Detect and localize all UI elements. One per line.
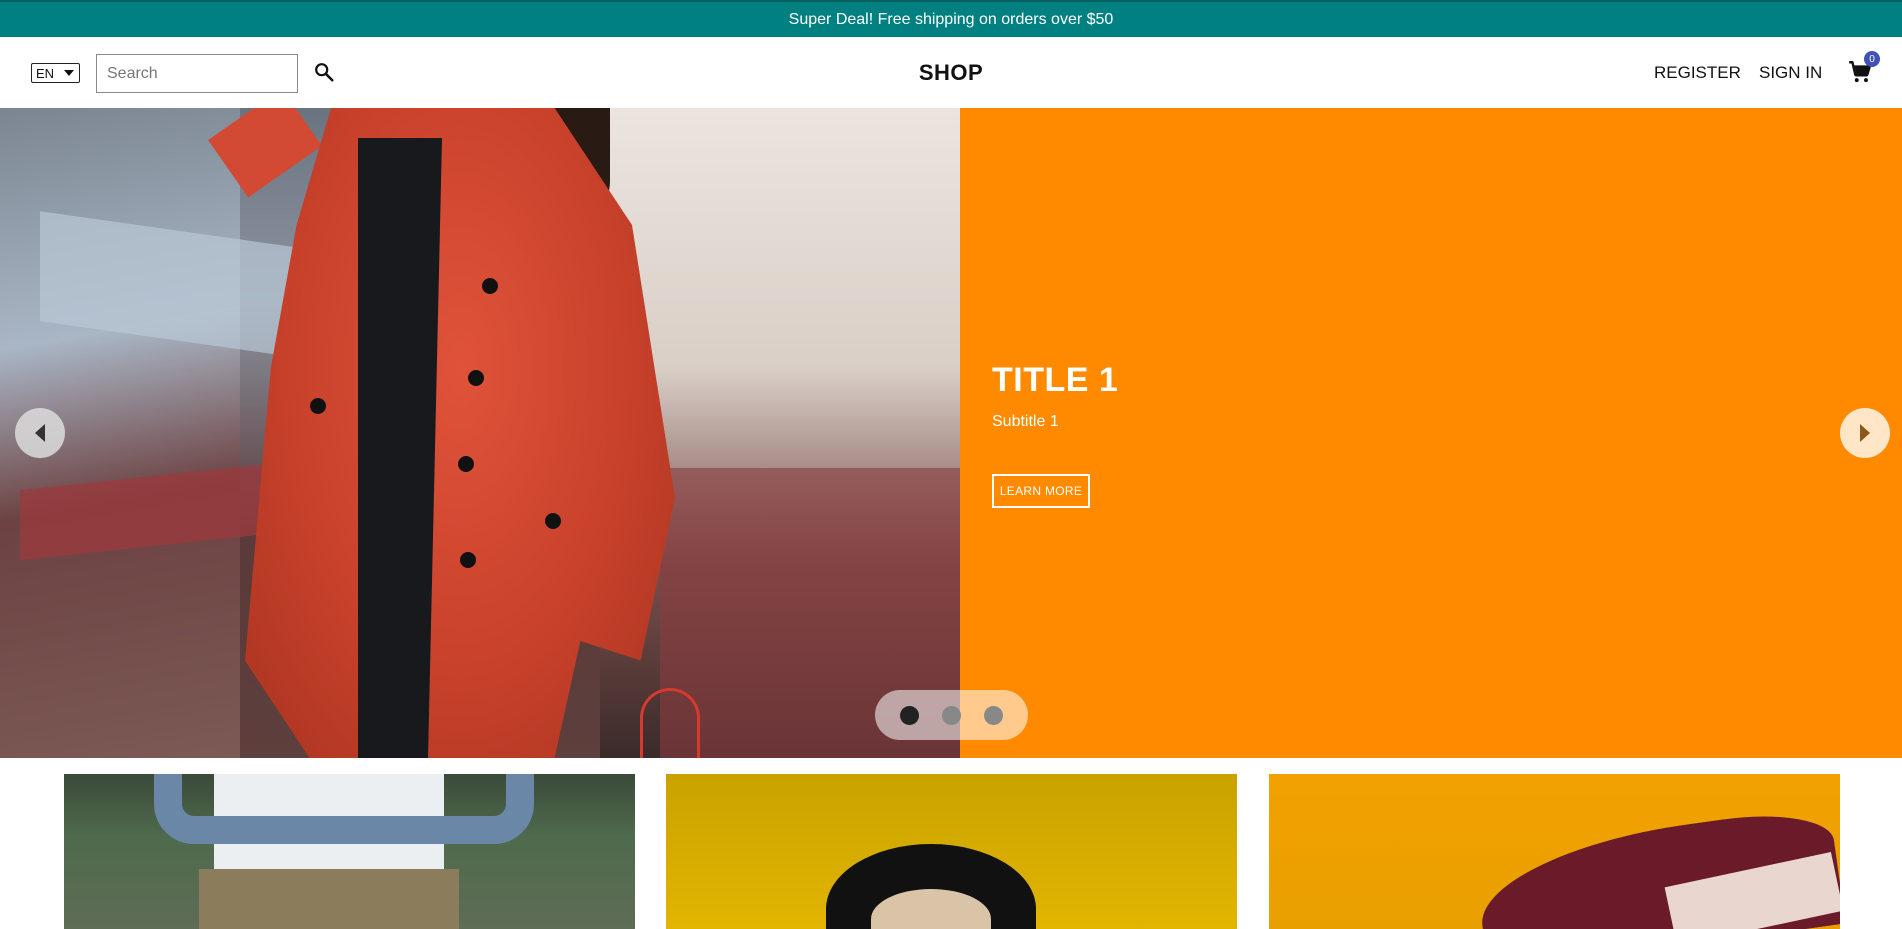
coat-button: [468, 370, 484, 386]
hero-title: TITLE 1: [992, 361, 1119, 399]
slider-dot-1[interactable]: [900, 705, 920, 725]
learn-more-button[interactable]: LEARN MORE: [992, 474, 1090, 508]
slider-pagination: [875, 690, 1028, 740]
slider-next-button[interactable]: [1840, 408, 1890, 458]
coat-button: [310, 398, 326, 414]
slider-dot-3[interactable]: [983, 705, 1003, 725]
category-card-3[interactable]: [1269, 774, 1840, 929]
language-select[interactable]: EN: [31, 63, 80, 83]
hero-image: [0, 108, 960, 758]
navbar: EN SHOP REGISTER SIGN IN 0: [0, 37, 1902, 108]
hero-slider: TITLE 1 Subtitle 1 LEARN MORE: [0, 108, 1902, 758]
arrow-left-icon: [35, 424, 45, 442]
slider-prev-button[interactable]: [15, 408, 65, 458]
arrow-right-icon: [1860, 424, 1870, 442]
coat-button: [545, 513, 561, 529]
logo[interactable]: SHOP: [919, 60, 983, 85]
coat-button: [460, 552, 476, 568]
hero-subtitle: Subtitle 1: [992, 413, 1059, 430]
card-image-pants: [199, 869, 459, 929]
chevron-down-icon: [64, 70, 75, 76]
coat-button: [482, 278, 498, 294]
search-icon[interactable]: [313, 61, 335, 83]
category-card-1[interactable]: [64, 774, 635, 929]
search-input[interactable]: [96, 54, 298, 93]
category-card-2[interactable]: [666, 774, 1237, 929]
slider-dot-2[interactable]: [941, 705, 961, 725]
coat-button: [458, 456, 474, 472]
sign-in-link[interactable]: SIGN IN: [1759, 63, 1822, 83]
card-image-denim-jacket: [154, 774, 534, 844]
announcement-bar: Super Deal! Free shipping on orders over…: [0, 0, 1902, 37]
shopping-bag: [640, 688, 700, 758]
hero-info-panel: TITLE 1 Subtitle 1 LEARN MORE: [960, 108, 1902, 758]
announcement-text: Super Deal! Free shipping on orders over…: [788, 10, 1114, 28]
language-value: EN: [36, 65, 55, 81]
cart-count-badge: 0: [1864, 51, 1880, 67]
register-link[interactable]: REGISTER: [1654, 63, 1741, 83]
